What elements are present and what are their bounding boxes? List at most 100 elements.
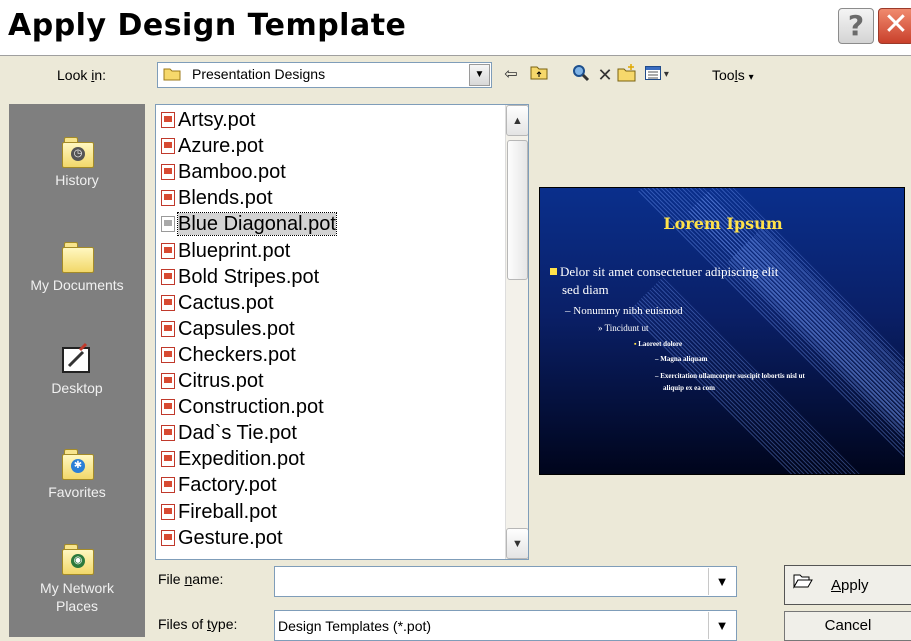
- file-name: Expedition.pot: [178, 448, 305, 471]
- favorites-icon: ✱: [60, 446, 94, 480]
- file-item[interactable]: Fireball.pot: [161, 501, 277, 525]
- design-template-icon: [161, 320, 175, 337]
- file-name: Blends.pot: [178, 187, 273, 210]
- vertical-scrollbar[interactable]: ▲ ▼: [505, 105, 528, 559]
- scroll-up-button[interactable]: ▲: [506, 105, 528, 136]
- apply-button[interactable]: Apply: [784, 565, 911, 605]
- desktop-icon: [60, 342, 94, 376]
- design-template-icon: [161, 425, 175, 442]
- file-item[interactable]: Expedition.pot: [161, 448, 305, 472]
- place-label: Favorites: [48, 484, 106, 500]
- design-template-icon: [161, 138, 175, 155]
- design-template-icon: [161, 112, 175, 128]
- file-name: Blueprint.pot: [178, 239, 291, 262]
- file-name: Construction.pot: [178, 396, 324, 419]
- file-item[interactable]: Bold Stripes.pot: [161, 266, 319, 290]
- preview-bullet-2: – Nonummy nibh euismod: [565, 305, 683, 317]
- file-item[interactable]: Azure.pot: [161, 135, 264, 159]
- file-type-value: Design Templates (*.pot): [278, 618, 432, 634]
- template-preview: Lorem Ipsum Delor sit amet consectetuer …: [539, 187, 905, 475]
- preview-bullet-6: – Exercitation ullamcorper suscipit lobo…: [655, 372, 805, 380]
- design-template-icon: [161, 268, 175, 285]
- design-template-icon: [161, 242, 175, 259]
- views-icon[interactable]: ▾: [640, 64, 674, 86]
- file-list[interactable]: Artsy.pot Azure.pot Bamboo.pot Blends.pot Bl…: [155, 104, 529, 560]
- open-folder-icon: [793, 573, 813, 594]
- design-template-icon: [161, 529, 175, 546]
- design-template-icon: [161, 164, 175, 181]
- scroll-down-button[interactable]: ▼: [506, 528, 528, 559]
- new-folder-icon[interactable]: [616, 64, 638, 86]
- file-item[interactable]: Checkers.pot: [161, 344, 296, 368]
- chevron-down-icon[interactable]: ▼: [708, 612, 735, 639]
- file-item[interactable]: Dad`s Tie.pot: [161, 422, 297, 446]
- file-name: Capsules.pot: [178, 317, 295, 340]
- help-button[interactable]: ?: [838, 8, 874, 44]
- file-name: Factory.pot: [178, 474, 277, 497]
- design-template-icon: [161, 294, 175, 311]
- design-template-icon: [161, 477, 175, 494]
- close-button[interactable]: ✕: [878, 8, 911, 44]
- back-icon[interactable]: ⇦: [500, 64, 522, 86]
- preview-bullet-6-cont: aliquip ex ea com: [663, 384, 715, 392]
- file-type-dropdown[interactable]: Design Templates (*.pot) ▼: [274, 610, 737, 641]
- look-in-value: Presentation Designs: [192, 66, 326, 82]
- dialog-title: Apply Design Template: [8, 8, 407, 43]
- file-name: Artsy.pot: [178, 109, 256, 131]
- file-item[interactable]: Blends.pot: [161, 187, 273, 211]
- file-name: Bold Stripes.pot: [178, 265, 320, 288]
- file-name: Azure.pot: [178, 135, 264, 158]
- file-item[interactable]: Construction.pot: [161, 396, 324, 420]
- design-template-icon: [161, 216, 175, 233]
- file-item[interactable]: Bamboo.pot: [161, 161, 286, 185]
- place-history[interactable]: ◷ History: [9, 134, 145, 188]
- place-desktop[interactable]: Desktop: [9, 342, 145, 396]
- design-template-icon: [161, 190, 175, 207]
- places-bar: ◷ History My Documents Desktop ✱ Favorit…: [9, 104, 145, 637]
- file-item[interactable]: Gesture.pot: [161, 527, 283, 551]
- scroll-thumb[interactable]: [507, 140, 528, 280]
- place-label: History: [55, 172, 99, 188]
- design-template-icon: [161, 346, 175, 363]
- network-places-icon: ◉: [60, 541, 94, 575]
- apply-label: Apply: [831, 577, 869, 594]
- history-icon: ◷: [60, 134, 94, 168]
- file-item[interactable]: Cactus.pot: [161, 292, 274, 316]
- file-name: Checkers.pot: [178, 343, 296, 366]
- preview-bullet-1: Delor sit amet consectetuer adipiscing e…: [550, 264, 778, 280]
- place-favorites[interactable]: ✱ Favorites: [9, 446, 145, 500]
- file-item[interactable]: Citrus.pot: [161, 370, 264, 394]
- file-name-field[interactable]: ▼: [274, 566, 737, 597]
- folder-icon: [163, 67, 181, 81]
- place-network[interactable]: ◉ My Network Places: [9, 541, 145, 615]
- file-name: Bamboo.pot: [178, 161, 286, 184]
- chevron-down-icon[interactable]: ▼: [469, 64, 490, 86]
- my-documents-icon: [60, 239, 94, 273]
- file-name: Cactus.pot: [178, 291, 274, 314]
- design-template-icon: [161, 399, 175, 416]
- look-in-label: Look in:: [57, 67, 107, 83]
- file-item[interactable]: Artsy.pot: [161, 109, 255, 133]
- file-name: Fireball.pot: [178, 500, 277, 523]
- preview-bullet-5: – Magna aliquam: [655, 355, 708, 363]
- preview-bullet-4: ▪ Laoreet dolore: [634, 340, 683, 348]
- look-in-dropdown[interactable]: Presentation Designs ▼: [157, 62, 492, 88]
- up-folder-icon[interactable]: [528, 64, 550, 86]
- place-label: My Documents: [30, 277, 124, 293]
- file-name: Blue Diagonal.pot: [177, 212, 337, 237]
- preview-bullet-1-cont: sed diam: [562, 282, 609, 297]
- search-web-icon[interactable]: [570, 64, 592, 86]
- tools-menu[interactable]: Tools ▾: [712, 67, 754, 83]
- place-my-documents[interactable]: My Documents: [9, 239, 145, 293]
- file-name-label: File name:: [158, 571, 224, 587]
- delete-icon[interactable]: ✕: [594, 64, 616, 86]
- chevron-down-icon[interactable]: ▼: [708, 568, 735, 595]
- preview-bullet-3: » Tincidunt ut: [598, 323, 649, 333]
- title-separator: [0, 55, 911, 56]
- file-item[interactable]: Blue Diagonal.pot: [161, 212, 337, 237]
- file-item[interactable]: Factory.pot: [161, 474, 277, 498]
- tools-label: Tools: [712, 67, 745, 83]
- place-label: Desktop: [51, 380, 103, 396]
- file-item[interactable]: Capsules.pot: [161, 318, 295, 342]
- file-item[interactable]: Blueprint.pot: [161, 240, 290, 264]
